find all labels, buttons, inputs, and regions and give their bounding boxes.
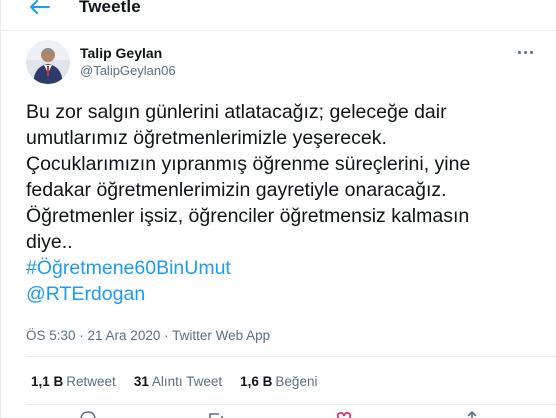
meta-separator: · <box>160 328 173 343</box>
more-dots-icon <box>517 50 521 54</box>
tweet-source[interactable]: Twitter Web App <box>172 328 270 343</box>
tweet-stats: 1,1 B Retweet 31 Alıntı Tweet 1,6 B Beğeni <box>31 374 317 389</box>
tweet-line: Öğretmenler işsiz, öğrenciler öğretmensi… <box>26 205 470 227</box>
more-dot <box>523 50 527 54</box>
more-options-button[interactable] <box>513 44 537 60</box>
arrow-left-icon <box>30 0 50 14</box>
hashtag-link[interactable]: #Öğretmene60BinUmut <box>26 255 551 281</box>
meta-divider <box>26 356 556 357</box>
stats-divider <box>26 404 556 405</box>
like-icon[interactable] <box>335 410 353 418</box>
tweet-line: diye.. <box>26 231 73 253</box>
tweet-detail-page: Tweetle Talip Geylan @TalipGeylan06 Bu z… <box>0 0 556 418</box>
avatar[interactable] <box>26 40 70 84</box>
tweet-meta: ÖS 5:30 · 21 Ara 2020 · Twitter Web App <box>26 328 270 343</box>
quotes-label: Alıntı Tweet <box>151 374 223 389</box>
page-header: Tweetle <box>1 0 556 22</box>
tweet-line: fedakar öğretmenlerimizin gayretiyle ona… <box>26 179 447 201</box>
quotes-count: 31 <box>133 374 149 389</box>
tweet-line: umutlarımız öğretmenlerimizle yeşerecek. <box>26 127 387 149</box>
more-dot <box>529 50 533 54</box>
author-name[interactable]: Talip Geylan <box>80 45 162 61</box>
tweet-date[interactable]: 21 Ara 2020 <box>88 328 161 343</box>
mention-link[interactable]: @RTErdogan <box>26 281 551 307</box>
meta-separator: · <box>75 328 88 343</box>
tweet-text: Bu zor salgın günlerini atlatacağız; gel… <box>26 99 551 307</box>
header-divider <box>1 30 556 31</box>
share-icon[interactable] <box>463 410 481 418</box>
retweets-count: 1,1 B <box>31 374 64 389</box>
back-button[interactable] <box>25 0 55 22</box>
author-handle[interactable]: @TalipGeylan06 <box>80 63 176 78</box>
page-title: Tweetle <box>79 0 141 16</box>
likes-label: Beğeni <box>275 374 318 389</box>
reply-icon[interactable] <box>79 410 97 418</box>
tweet-line: Bu zor salgın günlerini atlatacağız; gel… <box>26 101 447 123</box>
likes-stat[interactable]: 1,6 B Beğeni <box>240 374 317 389</box>
retweets-label: Retweet <box>66 374 116 389</box>
retweet-icon[interactable] <box>207 410 225 418</box>
tweet-time[interactable]: ÖS 5:30 <box>26 328 76 343</box>
retweets-stat[interactable]: 1,1 B Retweet <box>31 374 116 389</box>
quotes-stat[interactable]: 31 Alıntı Tweet <box>134 374 222 389</box>
likes-count: 1,6 B <box>240 374 273 389</box>
tweet-line: Çocuklarımızın yıpranmış öğrenme süreçle… <box>26 153 471 175</box>
